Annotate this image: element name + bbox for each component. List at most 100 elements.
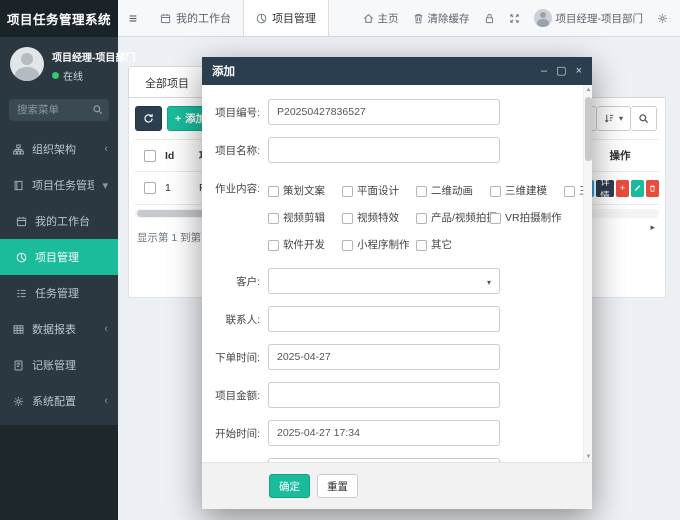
checkbox-icon[interactable] xyxy=(342,186,353,197)
customer-select[interactable]: ▾ xyxy=(268,268,500,294)
checkbox-icon[interactable] xyxy=(490,186,501,197)
close-icon[interactable]: × xyxy=(576,66,582,77)
minimize-icon[interactable]: – xyxy=(541,66,547,77)
scrollbar-thumb[interactable] xyxy=(585,97,592,161)
checkbox-icon[interactable] xyxy=(268,213,279,224)
sidebar-toggle-button[interactable]: ≡ xyxy=(118,0,148,36)
online-status: 在线 xyxy=(63,68,83,83)
field-label-contact: 联系人: xyxy=(204,306,260,332)
checkbox-icon[interactable] xyxy=(268,240,279,251)
gear-icon xyxy=(657,13,668,24)
field-label-order-time: 下单时间: xyxy=(204,344,260,370)
online-dot-icon xyxy=(52,72,59,79)
table-search-button[interactable] xyxy=(631,106,657,131)
restore-icon[interactable]: ▢ xyxy=(556,66,566,77)
work-options: 策划文案平面设计二维动画三维建模三维动画视频剪辑视频特效产品/视频拍摄VR拍摄制… xyxy=(268,175,592,256)
checkbox-icon[interactable] xyxy=(342,240,353,251)
checkbox-icon[interactable] xyxy=(416,213,427,224)
app-window: 项目任务管理系统 项目经理-项目部门 在线 组织架构‹ xyxy=(0,0,680,520)
user-menu[interactable]: 项目经理-项目部门 xyxy=(534,9,644,27)
sidebar-item-label: 项目管理 xyxy=(35,249,108,265)
sitemap-icon xyxy=(13,144,24,155)
sidebar-item-project-mgmt[interactable]: 项目管理 xyxy=(0,239,118,275)
cell-id: 1 xyxy=(165,182,199,194)
header-id: Id xyxy=(165,150,199,162)
chevron-left-icon: ‹ xyxy=(104,143,108,155)
project-name-input[interactable] xyxy=(268,137,500,163)
work-option-label: 产品/视频拍摄 xyxy=(431,208,497,229)
tab-all-projects[interactable]: 全部项目 xyxy=(128,66,206,98)
header-operation: 操作 xyxy=(581,148,659,163)
clear-cache-link[interactable]: 清除缓存 xyxy=(413,11,470,26)
select-all-checkbox[interactable] xyxy=(144,150,156,162)
checkbox-icon[interactable] xyxy=(490,213,501,224)
navbar-tab-label: 项目管理 xyxy=(272,10,316,26)
sidebar-item-org[interactable]: 组织架构‹ xyxy=(0,131,118,167)
fullscreen-icon xyxy=(509,13,520,24)
amount-input[interactable] xyxy=(268,382,500,408)
work-option[interactable]: 产品/视频拍摄 xyxy=(416,202,472,229)
sidebar-item-ledger-mgmt[interactable]: 记账管理 xyxy=(0,347,118,383)
settings-button[interactable] xyxy=(657,13,668,24)
sidebar-item-data-report[interactable]: 数据报表‹ xyxy=(0,311,118,347)
row-checkbox[interactable] xyxy=(144,182,156,194)
order-time-input[interactable] xyxy=(268,344,500,370)
tasks-icon xyxy=(16,288,27,299)
contact-input[interactable] xyxy=(268,306,500,332)
avatar xyxy=(10,47,44,81)
work-option[interactable]: 其它 xyxy=(416,229,472,256)
sidebar-item-project-task-mgmt[interactable]: 项目任务管理▾ xyxy=(0,167,118,203)
work-option[interactable]: VR拍摄制作 xyxy=(490,202,546,229)
sidebar-item-label: 系统配置 xyxy=(32,393,96,409)
work-option[interactable]: 软件开发 xyxy=(268,229,324,256)
add-project-modal: 添加 – ▢ × 项目编号: 项目名称: 作业内容: 策划文案平面设计二维动画三… xyxy=(202,57,592,509)
refresh-icon xyxy=(143,113,154,124)
work-option[interactable]: 视频特效 xyxy=(342,202,398,229)
work-option[interactable]: 二维动画 xyxy=(416,175,472,202)
edit-button[interactable] xyxy=(631,180,644,197)
work-option-label: 视频特效 xyxy=(357,208,399,229)
scroll-up-icon[interactable]: ▲ xyxy=(584,87,592,93)
add-task-button[interactable]: + xyxy=(616,180,629,197)
work-option[interactable]: 视频剪辑 xyxy=(268,202,324,229)
modal-header[interactable]: 添加 – ▢ × xyxy=(202,57,592,85)
work-option[interactable]: 平面设计 xyxy=(342,175,398,202)
work-option[interactable]: 策划文案 xyxy=(268,175,324,202)
sidebar-item-my-workbench[interactable]: 我的工作台 xyxy=(0,203,118,239)
modal-scrollbar[interactable]: ▲ ▼ xyxy=(583,85,592,462)
caret-down-icon: ▾ xyxy=(619,114,623,123)
pie-icon xyxy=(256,13,267,24)
reset-button[interactable]: 重置 xyxy=(317,474,358,498)
sidebar-item-system-config[interactable]: 系统配置‹ xyxy=(0,383,118,419)
refresh-button[interactable] xyxy=(135,106,162,131)
work-option[interactable]: 三维建模 xyxy=(490,175,546,202)
start-time-input[interactable] xyxy=(268,420,500,446)
delete-button[interactable] xyxy=(646,180,659,197)
sidebar-user-name: 项目经理-项目部门 xyxy=(52,49,110,64)
detail-button[interactable]: 详情 xyxy=(596,180,614,197)
navbar-user-name: 项目经理-项目部门 xyxy=(556,11,644,26)
search-icon xyxy=(638,113,649,124)
scroll-down-icon[interactable]: ▼ xyxy=(584,454,592,460)
navbar-tab-project-mgmt[interactable]: 项目管理 xyxy=(243,0,329,36)
checkbox-icon[interactable] xyxy=(342,213,353,224)
sidebar-item-task-mgmt[interactable]: 任务管理 xyxy=(0,275,118,311)
lock-screen-button[interactable] xyxy=(484,13,495,24)
chevron-down-icon: ▾ xyxy=(102,179,108,192)
work-option[interactable]: 小程序制作 xyxy=(342,229,398,256)
deadline-input[interactable] xyxy=(268,458,500,462)
home-link[interactable]: 主页 xyxy=(363,11,399,26)
export-button[interactable]: ▾ xyxy=(597,106,631,131)
checkbox-icon[interactable] xyxy=(416,186,427,197)
sidebar-item-label: 任务管理 xyxy=(35,285,108,301)
fullscreen-button[interactable] xyxy=(509,13,520,24)
project-no-input[interactable] xyxy=(268,99,500,125)
checkbox-icon[interactable] xyxy=(416,240,427,251)
navbar-tab-my-workbench[interactable]: 我的工作台 xyxy=(148,0,243,36)
top-navbar: ≡ 我的工作台 项目管理 主页 清除缓存 xyxy=(118,0,680,37)
confirm-button[interactable]: 确定 xyxy=(269,474,310,498)
scroll-right-icon[interactable]: ▸ xyxy=(650,222,655,233)
checkbox-icon[interactable] xyxy=(564,186,575,197)
trash-icon xyxy=(413,13,424,24)
checkbox-icon[interactable] xyxy=(268,186,279,197)
